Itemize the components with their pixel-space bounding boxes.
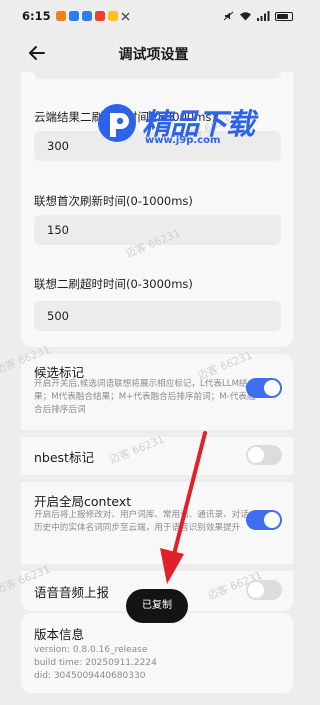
copied-toast: 已复制 [126,589,188,623]
